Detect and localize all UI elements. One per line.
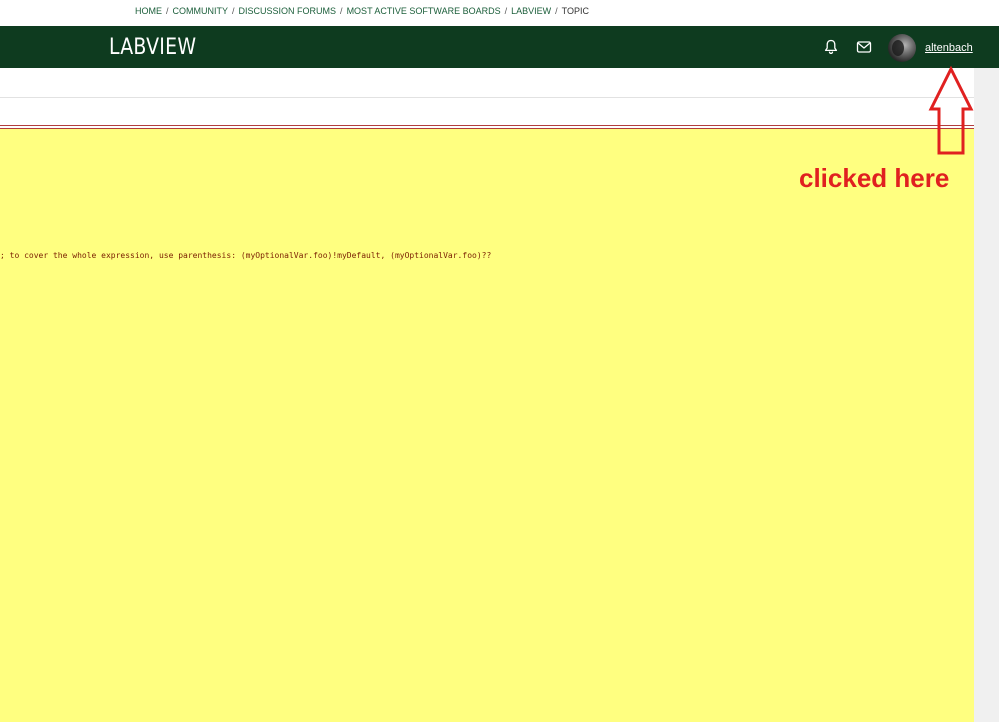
breadcrumb-separator: / — [232, 6, 235, 16]
breadcrumb-bar: HOME / COMMUNITY / DISCUSSION FORUMS / M… — [0, 0, 999, 26]
breadcrumb-separator: / — [555, 6, 558, 16]
breadcrumb-item-most-active-software-boards[interactable]: MOST ACTIVE SOFTWARE BOARDS — [347, 6, 501, 16]
scrollbar-gutter[interactable] — [974, 68, 999, 722]
avatar[interactable] — [888, 34, 916, 62]
username-link[interactable]: altenbach — [925, 42, 973, 54]
breadcrumb-separator: / — [504, 6, 508, 16]
breadcrumb: HOME / COMMUNITY / DISCUSSION FORUMS / M… — [135, 6, 589, 16]
annotation-label: clicked here — [799, 163, 950, 193]
code-text: ; to cover the whole expression, use par… — [0, 251, 492, 260]
highlighted-post-area: ; to cover the whole expression, use par… — [0, 129, 974, 722]
breadcrumb-current-topic: TOPIC — [561, 6, 589, 16]
avatar-shade — [892, 40, 904, 56]
page: HOME / COMMUNITY / DISCUSSION FORUMS / M… — [0, 0, 999, 722]
breadcrumb-item-community[interactable]: COMMUNITY — [173, 6, 229, 16]
sub-navigation-bar — [0, 68, 974, 98]
site-header: LABVIEW altenbach — [0, 26, 999, 68]
bell-icon[interactable] — [823, 39, 839, 55]
breadcrumb-separator: / — [166, 6, 169, 16]
mail-icon[interactable] — [856, 39, 872, 55]
breadcrumb-separator: / — [340, 6, 343, 16]
breadcrumb-item-labview[interactable]: LABVIEW — [511, 6, 551, 16]
annotation-arrow-icon — [928, 66, 974, 155]
breadcrumb-item-discussion-forums[interactable]: DISCUSSION FORUMS — [239, 6, 337, 16]
breadcrumb-item-home[interactable]: HOME — [135, 6, 162, 16]
brand-title[interactable]: LABVIEW — [109, 35, 196, 60]
